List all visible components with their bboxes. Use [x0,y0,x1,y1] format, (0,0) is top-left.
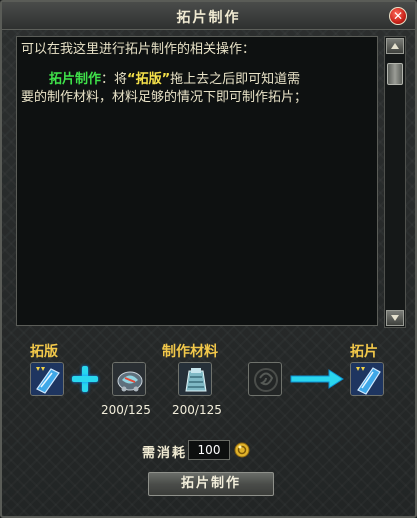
cost-value: 100 [188,440,230,460]
scroll-down-icon [391,315,399,321]
scroll-down-button[interactable] [386,310,404,326]
scroll-up-icon [391,43,399,49]
material-count: 200/125 [101,403,151,417]
result-label: 拓片 [350,344,378,360]
rubbing-craft-window: 拓片制作 ✕ 可以在我这里进行拓片制作的相关操作： 拓片制作：将“拓版”拖上去之… [0,0,417,518]
material-cart-icon [113,363,145,395]
description-line: 可以在我这里进行拓片制作的相关操作： [21,42,256,57]
material-slot[interactable] [112,362,146,396]
scroll-thumb[interactable] [387,63,403,85]
scroll-up-button[interactable] [386,38,404,54]
material-bag-icon [179,363,211,395]
window-title: 拓片制作 [176,10,241,26]
description-text: 拖上去之后即可知道需 [170,72,301,87]
material-count: 200/125 [172,403,222,417]
description-panel: 可以在我这里进行拓片制作的相关操作： 拓片制作：将“拓版”拖上去之后即可知道需 … [16,36,378,326]
placeholder-emblem-icon [254,368,278,392]
close-icon: ✕ [392,9,404,23]
material-slot[interactable] [178,362,212,396]
description-text: ：将 [101,72,128,87]
plus-icon [70,364,100,394]
title-bar[interactable]: 拓片制作 ✕ [2,2,415,30]
right-arrow-icon [290,369,344,389]
rubbing-plate-icon [31,363,63,395]
coin-icon [234,442,250,458]
make-rubbing-button[interactable]: 拓片制作 [148,472,274,496]
description-line: 要的制作材料，材料足够的情况下即可制作拓片； [21,90,308,105]
highlight-item: “拓版” [127,72,171,87]
rubbing-result-icon [351,363,383,395]
result-slot[interactable] [350,362,384,396]
rubbing-plate-label: 拓版 [30,344,58,360]
cost-label: 需消耗 [142,446,188,461]
close-button[interactable]: ✕ [389,7,407,25]
highlight-keyword: 拓片制作 [49,72,102,87]
description-scrollbar[interactable] [384,36,406,328]
rubbing-plate-slot[interactable] [30,362,64,396]
materials-label: 制作材料 [162,344,218,360]
empty-slot[interactable] [248,362,282,396]
description-line: 拓片制作：将“拓版”拖上去之后即可知道需 [49,71,300,89]
